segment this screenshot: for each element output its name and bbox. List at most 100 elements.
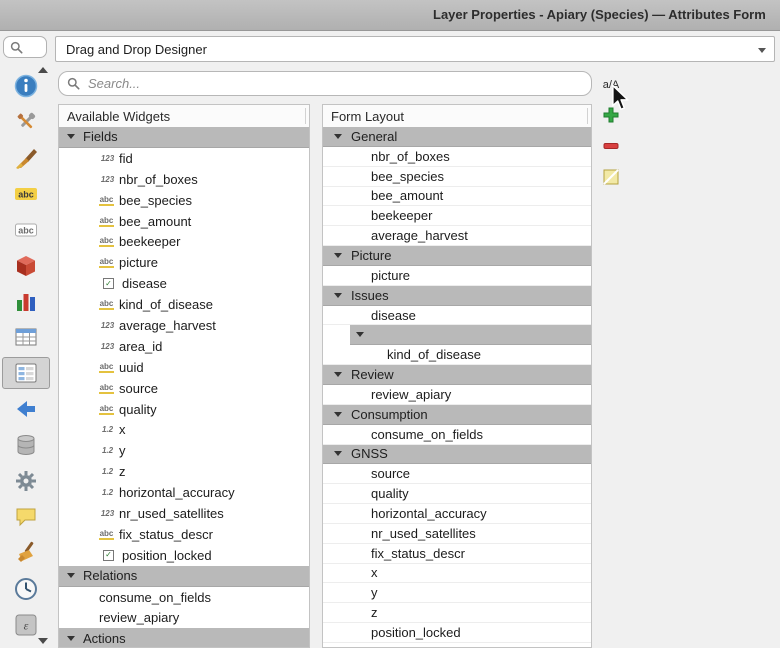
remove-item-button[interactable] [599, 135, 623, 159]
form-field[interactable]: bee_species [323, 167, 591, 187]
widget-group-header[interactable]: Fields [59, 127, 309, 148]
widget-field[interactable]: 123nbr_of_boxes [59, 169, 309, 190]
speech-bubble-icon [13, 504, 39, 530]
sidebar-item-display[interactable] [2, 501, 50, 533]
widget-field[interactable]: 123area_id [59, 336, 309, 357]
sidebar-item-auxiliary-storage[interactable] [2, 429, 50, 461]
expand-triangle-icon[interactable] [334, 253, 342, 258]
form-field[interactable]: bee_amount [323, 187, 591, 207]
widget-field[interactable]: abcbee_species [59, 190, 309, 211]
form-field[interactable]: quality [323, 484, 591, 504]
widget-field[interactable]: abcpicture [59, 252, 309, 273]
form-field-label: beekeeper [371, 208, 432, 223]
form-field[interactable]: nr_used_satellites [323, 524, 591, 544]
sidebar-scroll-up-icon[interactable] [38, 67, 48, 73]
form-group-header[interactable]: Issues [323, 286, 591, 306]
container-style-button[interactable] [599, 166, 623, 190]
add-container-button[interactable] [599, 104, 623, 128]
form-subfield[interactable]: kind_of_disease [323, 345, 591, 365]
widget-field[interactable]: abcuuid [59, 357, 309, 378]
form-group-header[interactable]: Review [323, 365, 591, 385]
widget-group-label: Relations [83, 568, 137, 583]
expand-triangle-icon[interactable] [334, 412, 342, 417]
form-layout-tree: Generalnbr_of_boxesbee_speciesbee_amount… [323, 127, 591, 647]
widget-field[interactable]: 123nr_used_satellites [59, 503, 309, 524]
form-group-header[interactable]: Consumption [323, 405, 591, 425]
form-field[interactable]: average_harvest [323, 226, 591, 246]
widget-field[interactable]: 1.2z [59, 461, 309, 482]
widget-field[interactable]: abcbee_amount [59, 211, 309, 232]
form-field[interactable]: beekeeper [323, 206, 591, 226]
widget-field[interactable]: abc source [59, 378, 309, 399]
form-field[interactable]: y [323, 583, 591, 603]
sidebar-filter-input[interactable] [29, 39, 51, 56]
sidebar-item-symbology[interactable] [2, 142, 50, 174]
sidebar-item-actions[interactable] [2, 465, 50, 497]
sidebar-item-information[interactable] [2, 70, 50, 102]
widget-field[interactable]: 123fid [59, 148, 309, 169]
form-field[interactable]: nbr_of_boxes [323, 147, 591, 167]
sidebar-item-attributes-form[interactable] [2, 357, 50, 389]
form-field-label: fix_status_descr [371, 546, 465, 561]
widget-field[interactable]: 1.2x [59, 419, 309, 440]
form-field-label: quality [371, 486, 409, 501]
form-subcontainer-header[interactable] [350, 325, 591, 345]
expand-triangle-icon[interactable] [356, 332, 364, 337]
text-field-icon: abc [99, 383, 114, 394]
minus-icon [601, 136, 621, 159]
clock-icon [13, 576, 39, 602]
widget-search-input[interactable] [86, 75, 591, 92]
widget-field[interactable]: 1.2y [59, 440, 309, 461]
widget-field[interactable]: ✓disease [59, 273, 309, 294]
expand-triangle-icon[interactable] [334, 134, 342, 139]
designer-select[interactable]: Drag and Drop Designer [55, 36, 775, 62]
expand-triangle-icon[interactable] [67, 134, 75, 139]
expand-triangle-icon[interactable] [334, 451, 342, 456]
sidebar-item-diagrams[interactable] [2, 285, 50, 317]
form-field[interactable]: position_locked [323, 623, 591, 643]
widget-field-label: position_locked [122, 548, 212, 563]
widget-relation[interactable]: consume_on_fields [59, 587, 309, 608]
sidebar-item-masks[interactable]: abc [2, 214, 50, 246]
sidebar-filter-box[interactable] [3, 36, 47, 58]
text-properties-button[interactable]: a/A [599, 73, 623, 97]
sidebar-scroll-down-icon[interactable] [38, 638, 48, 644]
widget-field[interactable]: abcquality [59, 399, 309, 420]
widget-field[interactable]: 1.2horizontal_accuracy [59, 482, 309, 503]
form-field[interactable]: disease [323, 306, 591, 326]
widget-field[interactable]: abcfix_status_descr [59, 524, 309, 545]
widget-field[interactable]: ✓position_locked [59, 545, 309, 566]
widget-group-header[interactable]: Actions [59, 628, 309, 647]
form-field[interactable]: picture [323, 266, 591, 286]
expand-triangle-icon[interactable] [67, 636, 75, 641]
form-field[interactable]: review_apiary [323, 385, 591, 405]
form-field[interactable]: z [323, 603, 591, 623]
form-field[interactable]: consume_on_fields [323, 425, 591, 445]
sidebar-item-fields[interactable] [2, 321, 50, 353]
sidebar-item-3d-view[interactable] [2, 250, 50, 282]
form-field[interactable]: horizontal_accuracy [323, 504, 591, 524]
widget-search-box[interactable] [58, 71, 592, 96]
sidebar-item-labels[interactable]: abc [2, 178, 50, 210]
widget-group-header[interactable]: Relations [59, 566, 309, 587]
widget-field[interactable]: 123average_harvest [59, 315, 309, 336]
sidebar-item-source[interactable] [2, 106, 50, 138]
widget-relation[interactable]: review_apiary [59, 607, 309, 628]
form-group-header[interactable]: Picture [323, 246, 591, 266]
form-group-header[interactable]: GNSS [323, 445, 591, 465]
form-field[interactable]: x [323, 564, 591, 584]
form-field[interactable]: source [323, 464, 591, 484]
number-field-icon: 123 [99, 175, 116, 184]
widget-field[interactable]: abckind_of_disease [59, 294, 309, 315]
sidebar-item-variables[interactable]: ε [2, 609, 50, 641]
expand-triangle-icon[interactable] [67, 573, 75, 578]
widget-field[interactable]: abcbeekeeper [59, 231, 309, 252]
sidebar-item-temporal[interactable] [2, 573, 50, 605]
form-group-header[interactable]: General [323, 127, 591, 147]
form-field[interactable]: fix_status_descr [323, 544, 591, 564]
sidebar-item-joins[interactable] [2, 393, 50, 425]
sidebar-item-rendering[interactable] [2, 537, 50, 569]
widget-field-label: source [119, 381, 158, 396]
expand-triangle-icon[interactable] [334, 293, 342, 298]
expand-triangle-icon[interactable] [334, 372, 342, 377]
